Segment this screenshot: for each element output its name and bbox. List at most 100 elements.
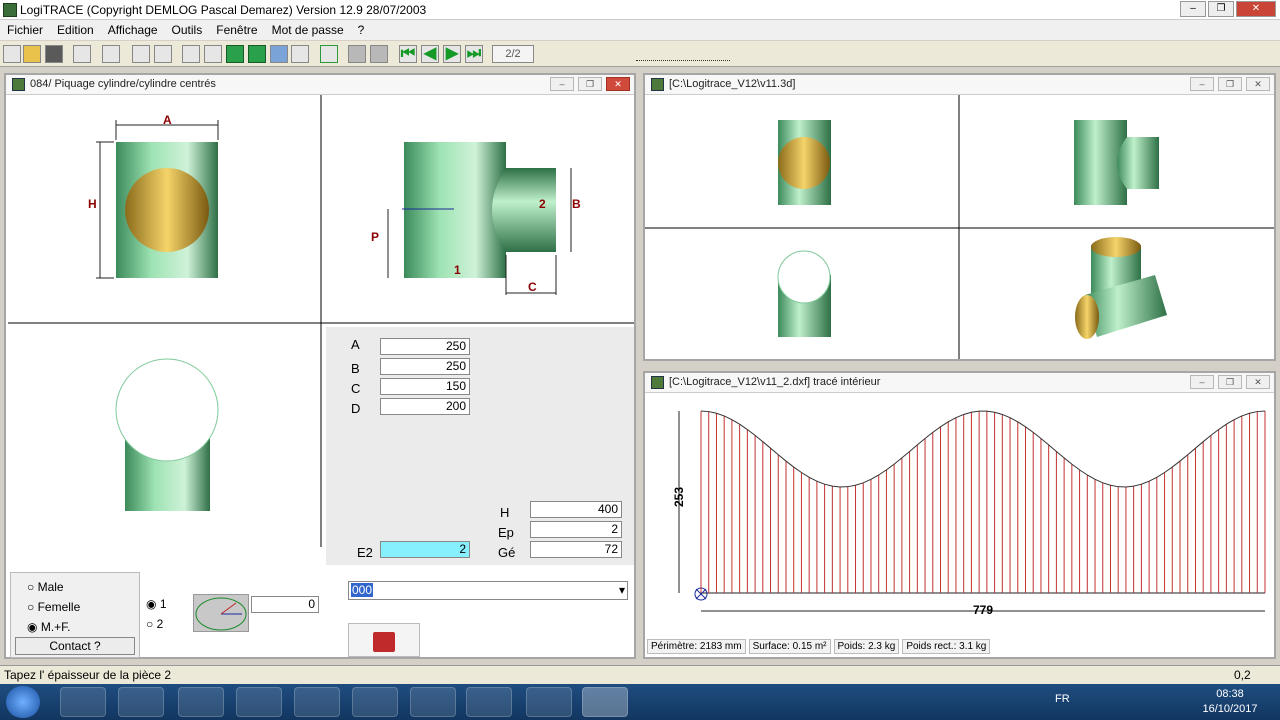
contact-button[interactable]: Contact ? (15, 637, 135, 655)
autocad-icon[interactable] (526, 687, 572, 717)
left-window-header: 084/ Piquage cylindre/cylindre centrés –… (6, 75, 634, 95)
param-label-e2: E2 (357, 545, 373, 560)
start-button[interactable] (6, 686, 40, 718)
open-folder-icon[interactable] (23, 45, 41, 63)
restore-button[interactable]: ❐ (1218, 77, 1242, 91)
radio-selected-icon: ◉ (27, 620, 38, 634)
param-ge-field[interactable]: 72 (530, 541, 622, 558)
floppy-icon[interactable] (178, 687, 224, 717)
network-icon[interactable] (294, 687, 340, 717)
frame-icon[interactable] (320, 45, 338, 63)
gender-group: ○ Male ○ Femelle ◉ M.+F. Contact ? (10, 572, 140, 658)
save-disk-icon[interactable] (45, 45, 63, 63)
param-b-field[interactable]: 250 (380, 358, 470, 375)
first-page-icon[interactable]: ⏮ (399, 45, 417, 63)
next-page-icon[interactable]: ▶ (443, 45, 461, 63)
gender-mf-option[interactable]: ◉ M.+F. (27, 620, 71, 634)
piece-1-option[interactable]: ◉ 1 (146, 597, 167, 611)
menu-mot-de-passe[interactable]: Mot de passe (265, 20, 351, 40)
close-button[interactable]: ✕ (606, 77, 630, 91)
param-e2-field[interactable]: 2 (380, 541, 470, 558)
menu-outils[interactable]: Outils (165, 20, 210, 40)
close-button[interactable]: ✕ (1246, 77, 1270, 91)
media-player-icon[interactable] (118, 687, 164, 717)
status-perimetre: Périmètre: 2183 mm (647, 639, 746, 654)
close-button[interactable]: ✕ (1236, 1, 1276, 17)
ccleaner-icon[interactable] (410, 687, 456, 717)
tree-icon[interactable] (291, 45, 309, 63)
menu-bar: Fichier Edition Affichage Outils Fenêtre… (0, 20, 1280, 40)
menu-fichier[interactable]: Fichier (0, 20, 50, 40)
zoom-slider[interactable] (636, 47, 730, 61)
opera-icon[interactable] (352, 687, 398, 717)
menu-affichage[interactable]: Affichage (101, 20, 165, 40)
menu-edition[interactable]: Edition (50, 20, 101, 40)
page-indicator: 2/2 (492, 45, 534, 63)
status-surface: Surface: 0.15 m² (748, 639, 831, 654)
trace-height-label: 253 (672, 486, 687, 508)
trace-canvas (678, 410, 1266, 612)
cube-solid-icon[interactable] (248, 45, 266, 63)
param-c-field[interactable]: 150 (380, 378, 470, 395)
trace-title: [C:\Logitrace_V12\v11_2.dxf] tracé intér… (669, 376, 881, 388)
angle-gauge[interactable] (193, 594, 249, 632)
angle-field[interactable]: 0 (251, 596, 319, 613)
disabled-tool2-icon[interactable] (370, 45, 388, 63)
view-grid-icon[interactable] (154, 45, 172, 63)
minimize-button[interactable]: – (1190, 77, 1214, 91)
param-a-field[interactable]: 250 (380, 338, 470, 355)
dim-label-a: A (163, 113, 172, 127)
print-icon[interactable] (73, 45, 91, 63)
language-indicator[interactable]: FR (1055, 693, 1070, 705)
param-label-b: B (351, 361, 360, 376)
view3d-title: [C:\Logitrace_V12\v11.3d] (669, 78, 796, 90)
combo-box[interactable]: 000 ▾ (348, 581, 628, 600)
restore-button[interactable]: ❐ (578, 77, 602, 91)
copy-icon[interactable] (102, 45, 120, 63)
param-d-field[interactable]: 200 (380, 398, 470, 415)
dim-label-1: 1 (454, 263, 461, 277)
clock-date[interactable]: 16/10/2017 (1200, 703, 1260, 715)
close-button[interactable]: ✕ (1246, 375, 1270, 389)
explorer-icon[interactable] (466, 687, 512, 717)
menu-fenetre[interactable]: Fenêtre (209, 20, 264, 40)
app-title: LogiTRACE (Copyright DEMLOG Pascal Demar… (20, 3, 427, 17)
cube-shaded-icon[interactable] (226, 45, 244, 63)
minimize-button[interactable]: – (1190, 375, 1214, 389)
maximize-button[interactable]: ❐ (1208, 1, 1234, 17)
minimize-button[interactable]: – (550, 77, 574, 91)
logitrace-icon[interactable] (582, 687, 628, 717)
minimize-button[interactable]: – (1180, 1, 1206, 17)
window-icon (12, 78, 25, 91)
dim-label-c: C (528, 280, 537, 294)
app-red-icon[interactable] (236, 687, 282, 717)
last-page-icon[interactable]: ⏭ (465, 45, 483, 63)
layers-icon[interactable] (270, 45, 288, 63)
prev-page-icon[interactable]: ◀ (421, 45, 439, 63)
param-h-field[interactable]: 400 (530, 501, 622, 518)
piece-2-option[interactable]: ○ 2 (146, 617, 163, 631)
gender-male-label: Male (37, 580, 64, 594)
new-file-icon[interactable] (3, 45, 21, 63)
window-controls: – ❐ ✕ (1180, 1, 1276, 17)
trace-window: [C:\Logitrace_V12\v11_2.dxf] tracé intér… (643, 371, 1276, 659)
restore-button[interactable]: ❐ (1218, 375, 1242, 389)
taskbar: FR 08:38 16/10/2017 (0, 684, 1280, 720)
trace-lines (700, 410, 1266, 593)
chevron-down-icon[interactable]: ▾ (619, 583, 625, 597)
param-label-d: D (351, 401, 361, 416)
view-single-icon[interactable] (132, 45, 150, 63)
gender-male-option[interactable]: ○ Male (27, 580, 64, 594)
clock-time[interactable]: 08:38 (1200, 688, 1260, 700)
ie-icon[interactable] (60, 687, 106, 717)
cube-wire-icon[interactable] (182, 45, 200, 63)
disabled-tool-icon[interactable] (348, 45, 366, 63)
calculate-button[interactable] (348, 623, 420, 657)
param-label-a: A (351, 337, 360, 352)
gender-femelle-option[interactable]: ○ Femelle (27, 600, 80, 614)
cube-outline-icon[interactable] (204, 45, 222, 63)
toolbar: ⏮ ◀ ▶ ⏭ 2/2 (0, 41, 1280, 67)
status-poids-rect: Poids rect.: 3.1 kg (902, 639, 991, 654)
param-ep-field[interactable]: 2 (530, 521, 622, 538)
menu-help[interactable]: ? (351, 20, 372, 40)
